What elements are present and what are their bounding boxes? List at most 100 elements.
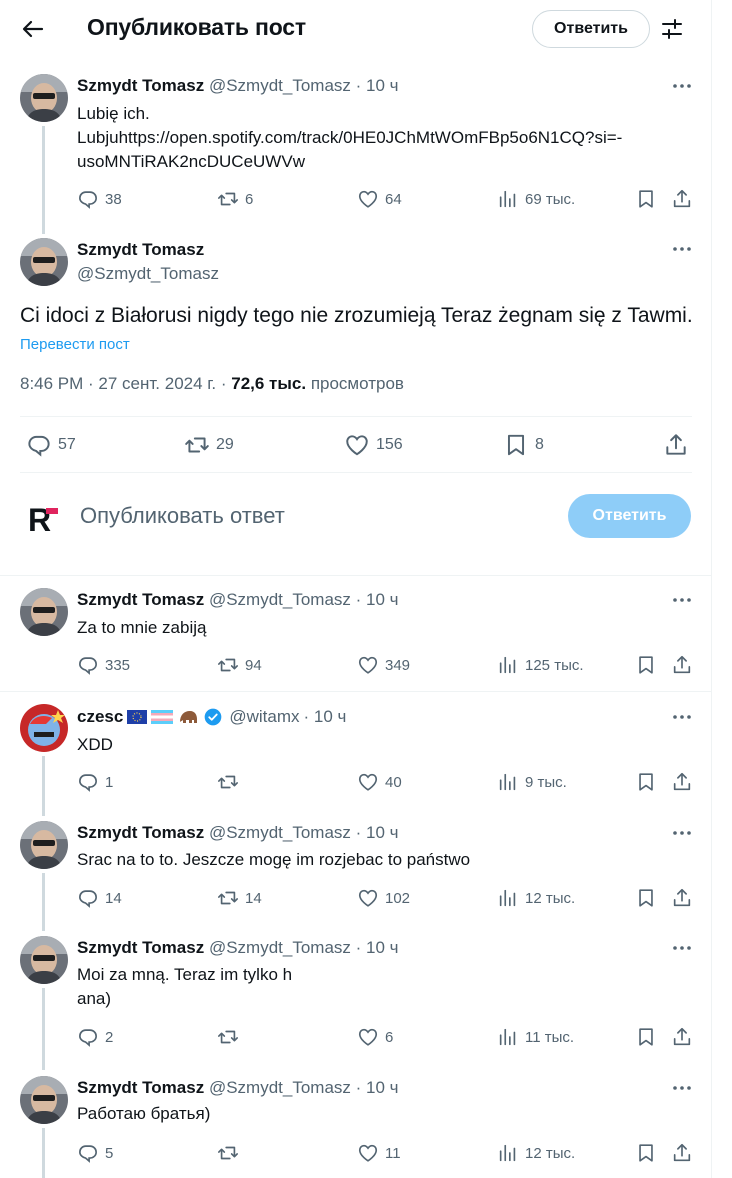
- avatar[interactable]: [20, 704, 68, 752]
- reply-icon: [77, 654, 99, 676]
- reply-action[interactable]: 1: [77, 771, 113, 793]
- heart-icon: [344, 432, 370, 458]
- share-icon[interactable]: [671, 887, 693, 909]
- more-options-icon[interactable]: [671, 712, 693, 722]
- bookmark-icon[interactable]: [635, 771, 657, 793]
- repost-action[interactable]: [217, 1142, 245, 1164]
- reply-count: 57: [58, 436, 76, 453]
- repost-count: 6: [245, 190, 254, 208]
- more-options-icon[interactable]: [671, 81, 693, 91]
- reply-button[interactable]: Ответить: [532, 10, 650, 48]
- views-action[interactable]: 9 тыс.: [497, 771, 567, 793]
- author-name[interactable]: czesc: [77, 707, 123, 727]
- author-name[interactable]: Szmydt Tomasz: [77, 76, 204, 95]
- views-action[interactable]: 12 тыс.: [497, 1142, 575, 1164]
- author-name[interactable]: Szmydt Tomasz: [77, 590, 204, 609]
- back-arrow-icon[interactable]: [18, 14, 48, 44]
- filter-settings-icon[interactable]: [660, 17, 684, 41]
- views-action[interactable]: 11 тыс.: [497, 1026, 574, 1048]
- author-handle[interactable]: @Szmydt_Tomasz: [209, 823, 351, 842]
- author-handle[interactable]: @Szmydt_Tomasz: [209, 1078, 351, 1097]
- post-time[interactable]: 8:46 PM · 27 сент. 2024 г. ·: [20, 374, 231, 393]
- reply-action[interactable]: 5: [77, 1142, 113, 1164]
- bookmark-icon[interactable]: [635, 654, 657, 676]
- tweet-header: czesc @witamx · 10 ч: [77, 707, 346, 727]
- author-handle[interactable]: @Szmydt_Tomasz: [77, 264, 219, 284]
- repost-icon: [184, 432, 210, 458]
- reply-action[interactable]: 57: [26, 432, 76, 458]
- repost-action[interactable]: 29: [184, 432, 234, 458]
- timestamp[interactable]: · 10 ч: [356, 823, 399, 842]
- bookmark-action[interactable]: 8: [503, 432, 544, 458]
- more-options-icon[interactable]: [671, 1083, 693, 1093]
- bookmark-icon[interactable]: [635, 1026, 657, 1048]
- timestamp[interactable]: · 10 ч: [356, 590, 399, 609]
- heart-icon: [357, 654, 379, 676]
- avatar[interactable]: [20, 238, 68, 286]
- tweet-text-line: usoMNTiRAK2ncDUCeUWVw: [77, 152, 305, 171]
- avatar[interactable]: [20, 588, 68, 636]
- reply-action[interactable]: 335: [77, 654, 130, 676]
- like-action[interactable]: 11: [357, 1142, 401, 1164]
- like-count: 64: [385, 190, 402, 208]
- post-reply-button[interactable]: Ответить: [568, 494, 691, 538]
- author-handle[interactable]: @witamx: [229, 707, 299, 727]
- repost-action[interactable]: [217, 771, 245, 793]
- more-options-icon[interactable]: [671, 828, 693, 838]
- like-action[interactable]: 6: [357, 1026, 393, 1048]
- repost-action[interactable]: 14: [217, 887, 262, 909]
- views-action[interactable]: 125 тыс.: [497, 654, 584, 676]
- bookmark-icon[interactable]: [635, 887, 657, 909]
- views-action[interactable]: 69 тыс.: [497, 188, 575, 210]
- tweet-text: XDD: [77, 735, 113, 754]
- avatar[interactable]: [20, 936, 68, 984]
- timestamp[interactable]: · 10 ч: [303, 707, 346, 727]
- like-action[interactable]: 156: [344, 432, 403, 458]
- author-name[interactable]: Szmydt Tomasz: [77, 1078, 204, 1097]
- reply-action[interactable]: 2: [77, 1026, 113, 1048]
- avatar[interactable]: [20, 821, 68, 869]
- timestamp[interactable]: · 10 ч: [356, 76, 399, 95]
- author-name[interactable]: Szmydt Tomasz: [77, 240, 204, 260]
- tweet-text: Работаю братья): [77, 1104, 211, 1123]
- tweet-header: Szmydt Tomasz @Szmydt_Tomasz · 10 ч: [77, 938, 399, 958]
- like-count: 40: [385, 773, 402, 791]
- views-icon: [497, 771, 519, 793]
- timestamp[interactable]: · 10 ч: [356, 938, 399, 957]
- share-icon[interactable]: [671, 1142, 693, 1164]
- repost-action[interactable]: [217, 1026, 245, 1048]
- repost-action[interactable]: 6: [217, 188, 253, 210]
- views-action[interactable]: 12 тыс.: [497, 887, 575, 909]
- author-handle[interactable]: @Szmydt_Tomasz: [209, 76, 351, 95]
- timestamp[interactable]: · 10 ч: [356, 1078, 399, 1097]
- reply-action[interactable]: 14: [77, 887, 122, 909]
- repost-action[interactable]: 94: [217, 654, 262, 676]
- like-action[interactable]: 102: [357, 887, 410, 909]
- translate-link[interactable]: Перевести пост: [20, 336, 130, 353]
- share-icon[interactable]: [671, 771, 693, 793]
- author-name[interactable]: Szmydt Tomasz: [77, 823, 204, 842]
- author-handle[interactable]: @Szmydt_Tomasz: [209, 590, 351, 609]
- author-handle[interactable]: @Szmydt_Tomasz: [209, 938, 351, 957]
- bookmark-icon[interactable]: [635, 1142, 657, 1164]
- heart-icon: [357, 1026, 379, 1048]
- more-options-icon[interactable]: [671, 244, 693, 254]
- reply-input[interactable]: Опубликовать ответ: [80, 503, 285, 529]
- share-icon[interactable]: [671, 1026, 693, 1048]
- share-icon[interactable]: [671, 188, 693, 210]
- like-action[interactable]: 349: [357, 654, 410, 676]
- repost-icon: [217, 771, 239, 793]
- reply-action[interactable]: 38: [77, 188, 122, 210]
- bookmark-icon[interactable]: [635, 188, 657, 210]
- author-name[interactable]: Szmydt Tomasz: [77, 938, 204, 957]
- avatar-logo[interactable]: R: [26, 500, 62, 536]
- share-icon[interactable]: [671, 654, 693, 676]
- more-options-icon[interactable]: [671, 595, 693, 605]
- like-action[interactable]: 40: [357, 771, 402, 793]
- reply-icon: [77, 771, 99, 793]
- share-icon[interactable]: [663, 432, 689, 458]
- more-options-icon[interactable]: [671, 943, 693, 953]
- like-action[interactable]: 64: [357, 188, 402, 210]
- avatar[interactable]: [20, 1076, 68, 1124]
- avatar[interactable]: [20, 74, 68, 122]
